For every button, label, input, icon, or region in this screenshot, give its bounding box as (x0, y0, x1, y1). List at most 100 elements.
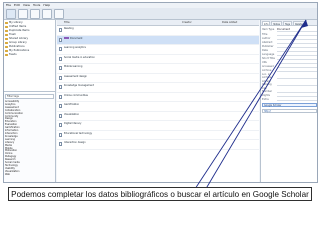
tag-filter-input[interactable]: Filter tags (5, 94, 54, 99)
row-date (221, 102, 259, 111)
tab-related[interactable]: Related (293, 21, 306, 26)
row-creator (181, 140, 221, 149)
field-date[interactable]: Date (262, 49, 317, 52)
row-title: Educational technology (64, 131, 93, 135)
app-screenshot: File Edit View Tools Help My Library Unf… (3, 2, 318, 183)
document-icon (58, 75, 62, 80)
row-creator (181, 93, 221, 102)
table-row[interactable]: Gamification (57, 102, 259, 112)
row-title: Learning analytics (64, 46, 86, 49)
document-icon (58, 142, 62, 147)
field-archive[interactable]: Archive (262, 69, 317, 72)
document-icon (58, 56, 62, 61)
new-collection-button[interactable] (6, 9, 16, 19)
row-title: Online communities (64, 93, 88, 97)
document-icon (58, 85, 62, 90)
column-date-added[interactable]: Date Added (221, 20, 259, 25)
tab-info[interactable]: Info (262, 21, 271, 26)
row-date (221, 140, 259, 149)
row-date (221, 45, 259, 54)
row-creator (181, 102, 221, 111)
folder-icon (5, 30, 8, 32)
url-field[interactable]: http:// (262, 109, 317, 113)
field-short-title[interactable]: Short Title (262, 57, 317, 60)
row-creator (181, 74, 221, 83)
highlight-marker (64, 36, 69, 40)
row-title: Knowledge management (64, 84, 94, 87)
folder-icon (5, 26, 8, 28)
field-loc-in-archive[interactable]: Loc. in Archive (262, 73, 317, 79)
row-creator (181, 36, 221, 45)
field-title[interactable]: Title (262, 33, 317, 36)
table-row[interactable]: Knowledge management (57, 83, 259, 93)
row-title: Mobile learning (64, 65, 83, 68)
details-tabs: Info Notes Tags Related (261, 20, 317, 26)
new-item-button[interactable] (18, 9, 28, 19)
table-row[interactable]: Educational technology (57, 131, 259, 140)
row-date (221, 93, 259, 102)
row-title: Social media in education (64, 55, 95, 59)
document-icon (58, 37, 62, 42)
items-pane: Title Creator Date Added Reading Documen… (57, 20, 259, 182)
document-icon (58, 104, 62, 109)
row-date (221, 131, 259, 140)
column-creator[interactable]: Creator (181, 20, 221, 25)
rss-icon (5, 54, 8, 56)
field-item-type[interactable]: Item Type Document (262, 28, 317, 32)
table-row[interactable]: Online communities (57, 93, 259, 102)
caption-box: Podemos completar los datos bibliográfic… (8, 187, 312, 201)
field-rights[interactable]: Rights (262, 94, 317, 97)
table-row[interactable]: Visualization (57, 112, 259, 121)
item-details-pane: Info Notes Tags Related Item Type Documen… (260, 20, 317, 182)
field-url[interactable]: URL (262, 61, 317, 64)
table-row[interactable]: Interaction design (57, 140, 259, 150)
tab-notes[interactable]: Notes (271, 21, 282, 26)
field-library-catalog[interactable]: Library Catalog (262, 80, 317, 86)
tab-tags[interactable]: Tags (283, 21, 293, 26)
folder-icon (5, 38, 8, 40)
table-row[interactable]: Learning analytics (57, 45, 259, 55)
table-row-selected[interactable]: Document (57, 35, 259, 45)
table-row[interactable]: Mobile learning (57, 64, 259, 74)
folder-icon (5, 50, 8, 52)
sync-button[interactable] (54, 9, 64, 19)
row-title: Interaction design (64, 141, 86, 144)
library-item-feeds[interactable]: Feeds (5, 53, 54, 57)
field-abstract[interactable]: Abstract (262, 41, 317, 44)
row-date (221, 55, 259, 64)
row-date (221, 64, 259, 73)
row-creator (181, 83, 221, 92)
toolbar (4, 8, 317, 20)
table-row[interactable]: Social media in education (57, 55, 259, 64)
table-row[interactable]: Digital literacy (57, 121, 259, 131)
field-accessed[interactable]: Accessed (262, 65, 317, 68)
google-scholar-button[interactable]: Google Scholar (262, 103, 317, 107)
field-author[interactable]: Author (262, 37, 317, 40)
tag-list: Accessibility Analytics Assessment Colla… (5, 100, 54, 177)
row-date (221, 74, 259, 83)
column-title[interactable]: Title (63, 20, 181, 25)
document-icon (58, 123, 62, 128)
row-title: Gamification (64, 103, 80, 106)
caption-text: Podemos completar los datos bibliográfic… (11, 189, 309, 199)
row-date (221, 121, 259, 130)
new-note-button[interactable] (42, 9, 52, 19)
row-date (221, 83, 259, 92)
row-creator (181, 26, 221, 35)
tag-item[interactable]: Web (5, 173, 54, 177)
trash-icon (5, 34, 8, 36)
table-row[interactable]: Reading (57, 26, 259, 36)
folder-icon (5, 46, 8, 48)
row-title: Reading (64, 27, 74, 30)
document-icon (58, 28, 62, 33)
field-call-number[interactable]: Call Number (262, 87, 317, 93)
field-language[interactable]: Language (262, 53, 317, 56)
field-extra[interactable]: Extra (262, 98, 317, 101)
table-row[interactable]: Assessment design (57, 74, 259, 83)
add-attachment-button[interactable] (30, 9, 40, 19)
field-publisher[interactable]: Publisher (262, 45, 317, 48)
row-date (221, 36, 259, 45)
row-date (221, 112, 259, 121)
row-title: Document (63, 36, 181, 45)
library-tree: My Library Unfiled Items Duplicate Items… (4, 20, 55, 92)
